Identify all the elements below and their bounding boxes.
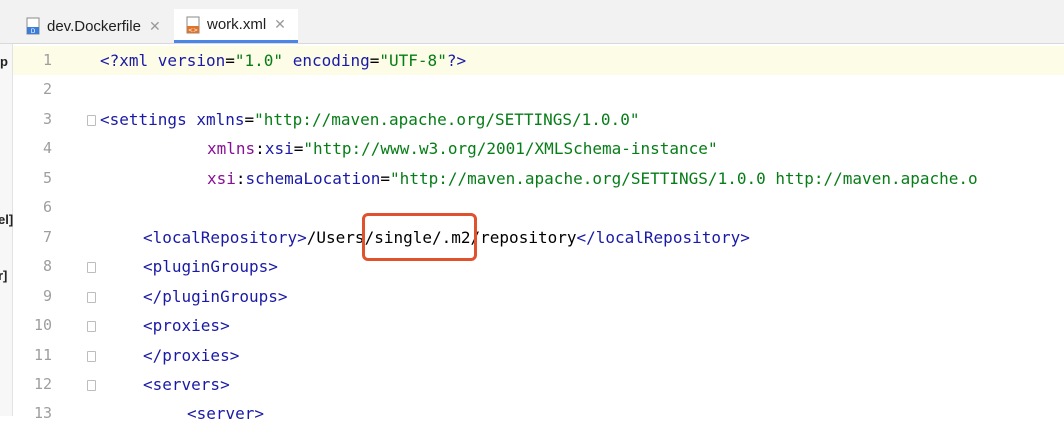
panel-fragment: p bbox=[0, 54, 8, 69]
close-icon[interactable]: ✕ bbox=[149, 18, 161, 35]
tab-label: work.xml bbox=[207, 16, 267, 33]
line-number: 11 bbox=[33, 346, 52, 364]
code-line-8[interactable]: <pluginGroups> bbox=[143, 252, 278, 281]
dockerfile-icon: D bbox=[26, 17, 40, 35]
code-line-10[interactable]: <proxies> bbox=[143, 311, 230, 340]
code-line-13[interactable]: <server> bbox=[187, 399, 264, 428]
line-number: 9 bbox=[42, 287, 52, 305]
editor-tab-bar: D dev.Dockerfile ✕ <> work.xml ✕ bbox=[0, 0, 1064, 44]
panel-fragment: r] bbox=[0, 268, 8, 283]
tab-label: dev.Dockerfile bbox=[47, 17, 141, 35]
line-number: 3 bbox=[42, 110, 52, 128]
fold-toggle-icon[interactable] bbox=[87, 321, 96, 332]
code-line-5[interactable]: xsi:schemaLocation="http://maven.apache.… bbox=[207, 164, 978, 193]
xml-file-icon: <> bbox=[186, 16, 200, 34]
tab-dev-dockerfile[interactable]: D dev.Dockerfile ✕ bbox=[22, 9, 170, 43]
tab-work-xml[interactable]: <> work.xml ✕ bbox=[174, 9, 298, 43]
highlight-annotation-box bbox=[362, 213, 477, 261]
fold-end-icon[interactable] bbox=[87, 292, 96, 303]
svg-text:D: D bbox=[31, 28, 36, 35]
fold-toggle-icon[interactable] bbox=[87, 115, 96, 126]
fold-end-icon[interactable] bbox=[87, 351, 96, 362]
code-line-3[interactable]: <settings xmlns="http://maven.apache.org… bbox=[100, 105, 639, 134]
code-line-1[interactable]: <?xml version="1.0" encoding="UTF-8"?> bbox=[100, 46, 466, 75]
close-icon[interactable]: ✕ bbox=[274, 16, 286, 33]
code-line-4[interactable]: xmlns:xsi="http://www.w3.org/2001/XMLSch… bbox=[207, 134, 718, 163]
code-line-11[interactable]: </proxies> bbox=[143, 341, 239, 370]
line-number: 13 bbox=[33, 404, 52, 422]
line-number: 4 bbox=[42, 139, 52, 157]
line-number: 12 bbox=[33, 375, 52, 393]
line-number: 6 bbox=[42, 198, 52, 216]
code-line-9[interactable]: </pluginGroups> bbox=[143, 282, 288, 311]
fold-toggle-icon[interactable] bbox=[87, 262, 96, 273]
line-number: 5 bbox=[42, 169, 52, 187]
line-number: 8 bbox=[42, 257, 52, 275]
line-number: 1 bbox=[42, 51, 52, 69]
svg-text:<>: <> bbox=[188, 27, 198, 34]
line-number: 7 bbox=[42, 228, 52, 246]
code-line-12[interactable]: <servers> bbox=[143, 370, 230, 399]
line-number: 10 bbox=[33, 316, 52, 334]
line-number: 2 bbox=[42, 80, 52, 98]
fold-toggle-icon[interactable] bbox=[87, 380, 96, 391]
